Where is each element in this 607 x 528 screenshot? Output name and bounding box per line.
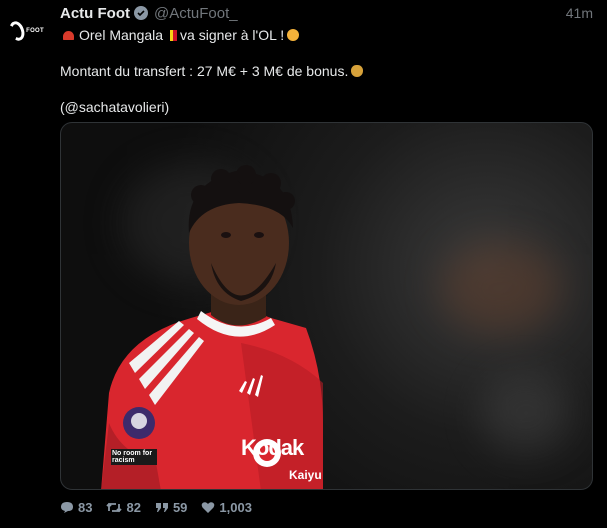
- like-count: 1,003: [219, 499, 252, 515]
- reply-button[interactable]: 83: [60, 500, 92, 515]
- avatar-label: FOOT: [26, 28, 44, 34]
- moneybag-emoji-icon: [351, 65, 364, 77]
- account-avatar[interactable]: FOOT: [7, 18, 44, 44]
- verified-icon: [133, 6, 148, 20]
- like-button[interactable]: 1,003: [201, 500, 252, 515]
- player-photo: [101, 165, 323, 489]
- belgium-flag-icon: [166, 29, 178, 41]
- tweet-line-3[interactable]: (@sachatavolieri): [60, 98, 169, 116]
- account-name[interactable]: Actu Foot: [60, 5, 130, 22]
- siren-emoji-icon: [63, 30, 74, 40]
- logo-ring-icon: [7, 19, 28, 43]
- quote-button[interactable]: 59: [155, 500, 187, 515]
- tweet-time[interactable]: 41m: [566, 5, 593, 21]
- account-handle[interactable]: @ActuFoot_: [154, 5, 238, 22]
- quote-count: 59: [172, 499, 188, 515]
- like-icon: [202, 501, 215, 513]
- shirt-sponsor-subtext: Kaiyu: [289, 468, 322, 482]
- reply-count: 83: [78, 499, 93, 515]
- lion-emoji-icon: [287, 29, 300, 41]
- tweet-text: Orel Mangala va signer à l'OL ! Montant …: [60, 26, 593, 116]
- tweet-line-1: Orel Mangala: [79, 27, 164, 43]
- sleeve-badge-text: No room for racism: [111, 449, 157, 465]
- shirt-sponsor-text: Kodak: [241, 435, 304, 460]
- retweet-icon: [106, 502, 123, 512]
- tweet-line-1-suffix: va signer à l'OL !: [180, 27, 285, 43]
- tweet-line-2: Montant du transfert : 27 M€ + 3 M€ de b…: [60, 63, 349, 79]
- quote-icon: [155, 502, 168, 512]
- retweet-button[interactable]: 82: [106, 499, 141, 515]
- retweet-count: 82: [126, 499, 141, 515]
- reply-icon: [61, 501, 73, 513]
- tweet-header: Actu Foot @ActuFoot_ 41m: [60, 4, 593, 22]
- tweet-actions: 83 82 59 1,003: [60, 498, 266, 516]
- tweet-photo[interactable]: Kodak Kaiyu No room for racism: [60, 122, 593, 490]
